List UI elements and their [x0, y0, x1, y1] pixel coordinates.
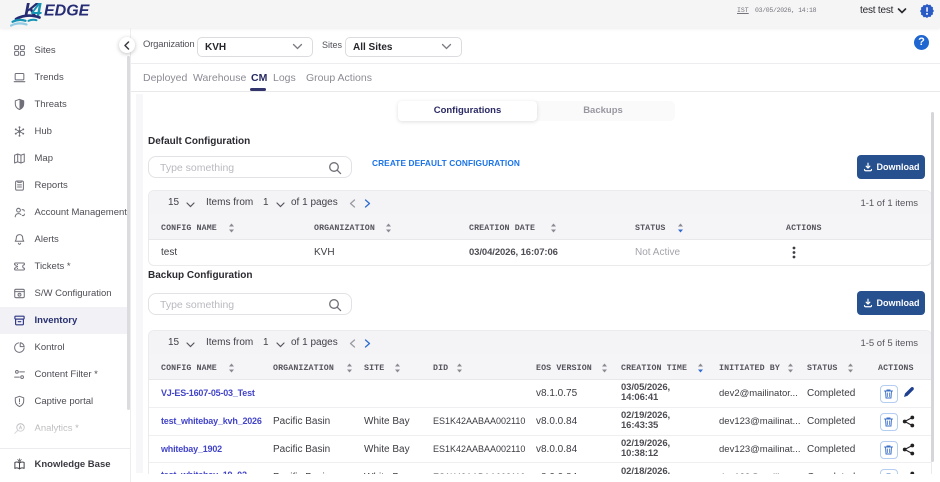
svg-text:EDGE: EDGE	[44, 3, 91, 20]
svg-text:4: 4	[31, 1, 43, 22]
